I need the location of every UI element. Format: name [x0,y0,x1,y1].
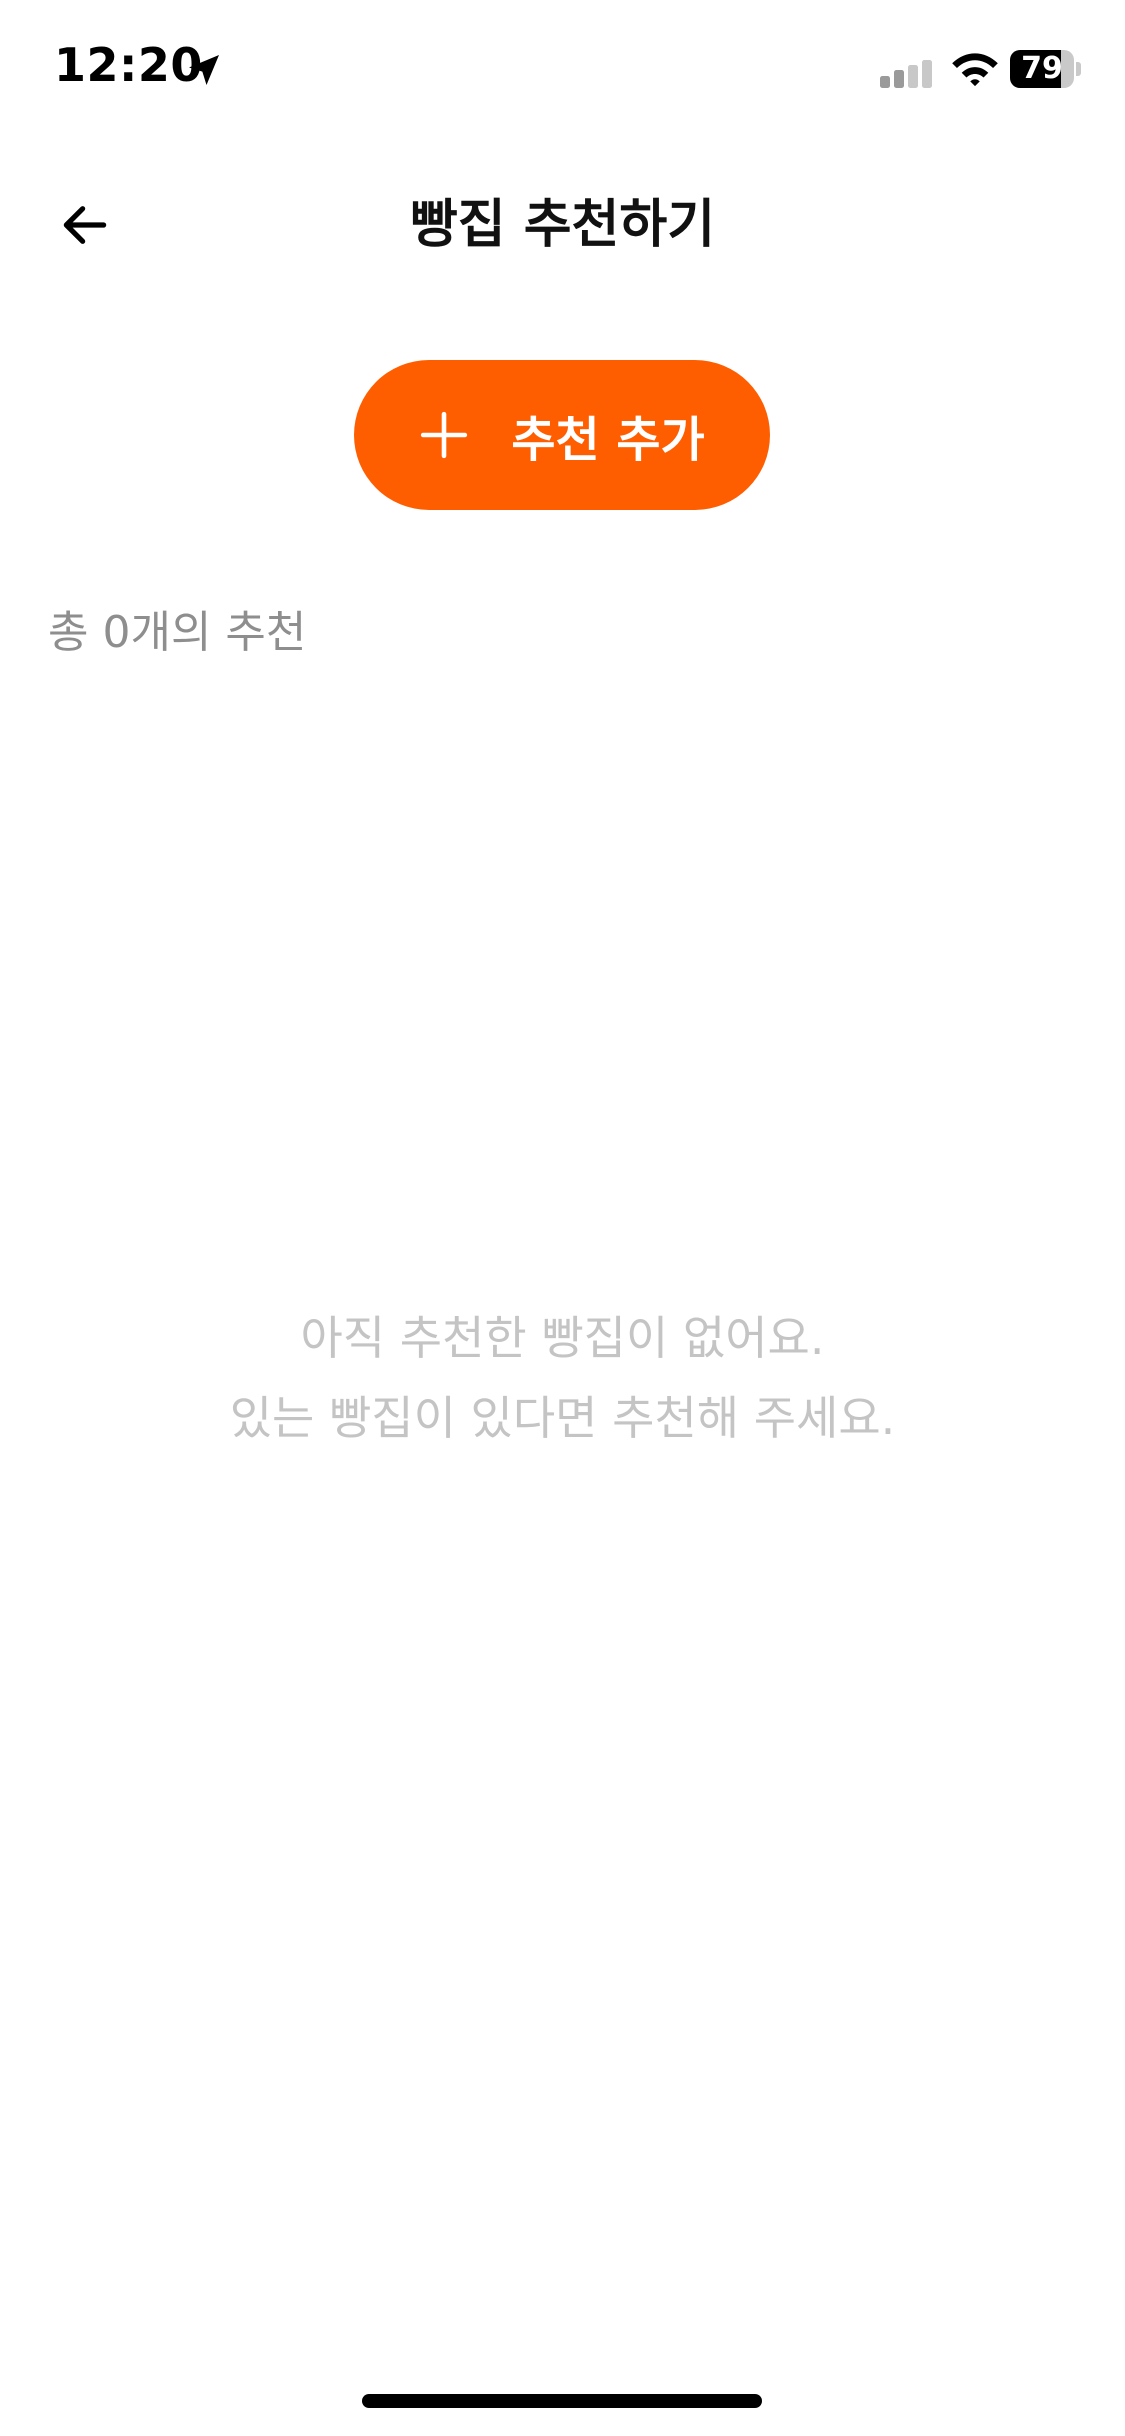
status-time: 12:20 [54,38,203,92]
location-arrow-icon [189,55,219,85]
nav-header: 빵집 추천하기 [0,170,1125,280]
battery-level: 79 [1021,51,1063,86]
home-indicator[interactable] [362,2394,762,2408]
empty-state-line-1: 아직 추천한 빵집이 없어요. [300,1311,825,1365]
page-title: 빵집 추천하기 [409,195,716,255]
arrow-left-icon [63,206,107,244]
recommendation-count: 총 0개의 추천 [48,607,307,658]
battery-body: 79 [1010,50,1074,88]
add-recommendation-button[interactable]: 추천 추가 [354,360,770,510]
battery-icon: 79 [1010,50,1082,88]
plus-icon [421,411,468,459]
empty-state-message: 아직 추천한 빵집이 없어요. 있는 빵집이 있다면 추천해 주세요. [0,1298,1125,1458]
add-button-label: 추천 추가 [511,412,705,468]
back-button[interactable] [40,190,130,260]
empty-state-line-2: 있는 빵집이 있다면 추천해 주세요. [229,1391,896,1445]
battery-cap [1076,62,1081,76]
wifi-icon [952,53,998,87]
cellular-signal-icon [880,60,932,88]
status-bar: 12:20 79 [0,0,1125,140]
